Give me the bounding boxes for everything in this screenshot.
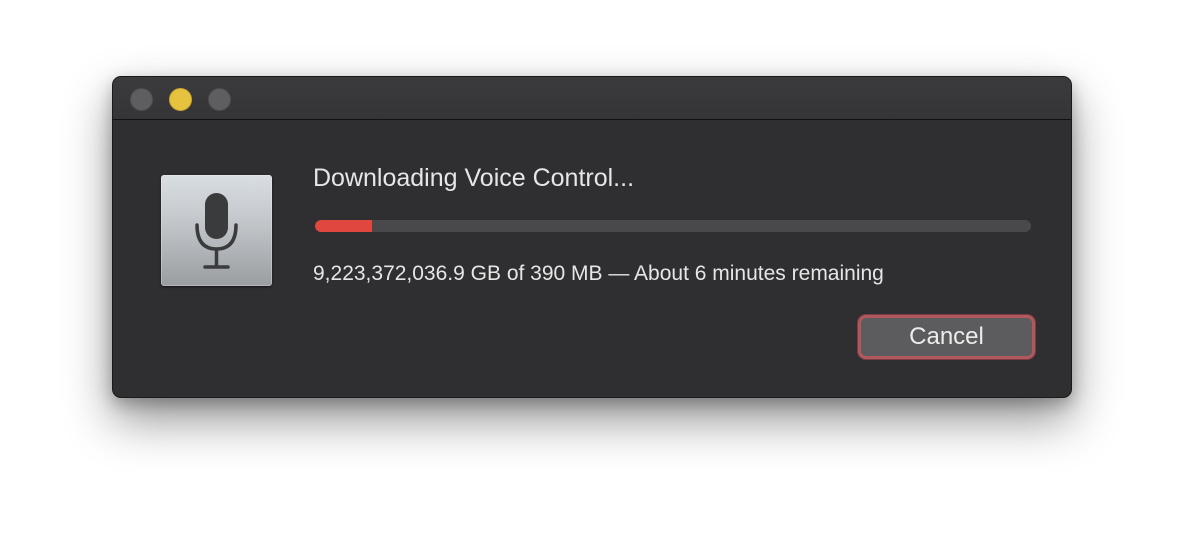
close-button[interactable] [130, 88, 153, 111]
download-progress-bar [315, 220, 1031, 232]
microphone-icon [161, 175, 272, 286]
minimize-button[interactable] [169, 88, 192, 111]
cancel-button[interactable]: Cancel [858, 315, 1035, 359]
zoom-button[interactable] [208, 88, 231, 111]
title-bar[interactable] [113, 77, 1071, 120]
download-title: Downloading Voice Control... [313, 164, 635, 192]
download-dialog-window: Downloading Voice Control... 9,223,372,0… [112, 76, 1072, 398]
download-progress-fill [315, 220, 373, 232]
download-status-text: 9,223,372,036.9 GB of 390 MB — About 6 m… [313, 262, 884, 285]
desktop-backdrop: Downloading Voice Control... 9,223,372,0… [0, 0, 1184, 546]
